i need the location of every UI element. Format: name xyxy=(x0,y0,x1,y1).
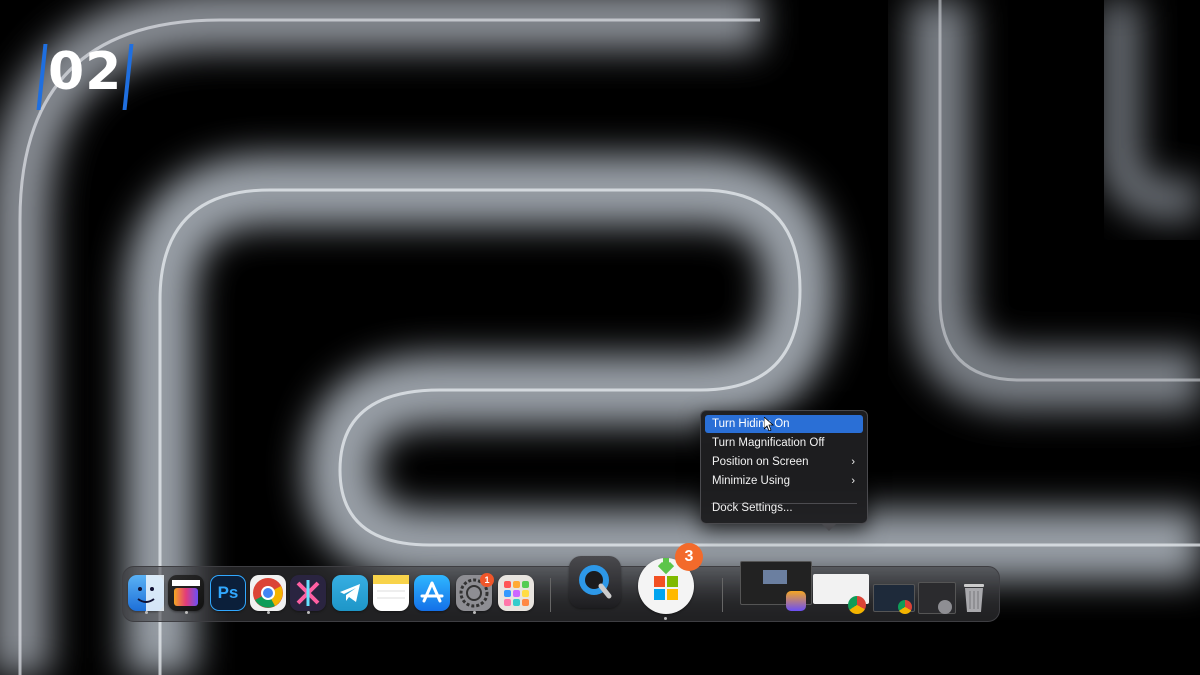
photoshop-label: Ps xyxy=(217,583,239,602)
final-cut-pro-icon xyxy=(786,591,806,611)
trash-icon[interactable] xyxy=(958,580,990,614)
running-indicator xyxy=(185,611,188,614)
menu-item-label: Position on Screen xyxy=(712,456,809,468)
xcode-like-icon[interactable] xyxy=(290,575,326,611)
settings-notification-badge: 1 xyxy=(480,573,494,587)
menu-pointer-tail xyxy=(821,523,837,531)
menu-item-minimize-using[interactable]: Minimize Using › xyxy=(705,472,863,490)
badge-right-bar xyxy=(122,44,134,110)
chevron-right-icon: › xyxy=(851,475,855,487)
menu-item-dock-settings[interactable]: Dock Settings... xyxy=(705,499,863,517)
installer-notification-badge: 3 xyxy=(675,543,703,571)
running-indicator xyxy=(307,611,310,614)
dock-divider xyxy=(550,578,551,612)
dock-divider xyxy=(722,578,723,612)
menu-item-turn-magnification-off[interactable]: Turn Magnification Off xyxy=(705,434,863,452)
mouse-cursor-icon xyxy=(764,417,774,431)
step-number-badge: 02 xyxy=(36,40,138,110)
menu-item-label: Dock Settings... xyxy=(712,502,793,514)
running-indicator xyxy=(473,611,476,614)
running-indicator xyxy=(267,611,270,614)
launchpad-icon[interactable] xyxy=(498,575,534,611)
notes-icon[interactable] xyxy=(373,575,409,611)
photoshop-icon[interactable]: Ps xyxy=(210,575,246,611)
badge-left-bar xyxy=(36,44,48,110)
chrome-icon xyxy=(898,600,912,614)
telegram-icon[interactable] xyxy=(332,575,368,611)
system-settings-icon xyxy=(938,600,952,614)
menu-item-label: Minimize Using xyxy=(712,475,790,487)
chevron-right-icon: › xyxy=(851,456,855,468)
menu-item-position-on-screen[interactable]: Position on Screen › xyxy=(705,453,863,471)
final-cut-pro-icon[interactable] xyxy=(168,575,204,611)
app-store-icon[interactable] xyxy=(414,575,450,611)
dock-context-menu: Turn Hiding On Turn Magnification Off Po… xyxy=(700,410,868,531)
running-indicator xyxy=(145,611,148,614)
quicktime-icon[interactable] xyxy=(569,556,621,608)
chrome-icon xyxy=(848,596,866,614)
chrome-icon[interactable] xyxy=(250,575,286,611)
running-indicator xyxy=(664,617,667,620)
step-number: 02 xyxy=(48,42,123,102)
finder-icon[interactable] xyxy=(128,575,164,611)
menu-item-label: Turn Magnification Off xyxy=(712,437,825,449)
menu-item-turn-hiding-on[interactable]: Turn Hiding On xyxy=(705,415,863,433)
menu-item-label: Turn Hiding On xyxy=(712,418,790,430)
